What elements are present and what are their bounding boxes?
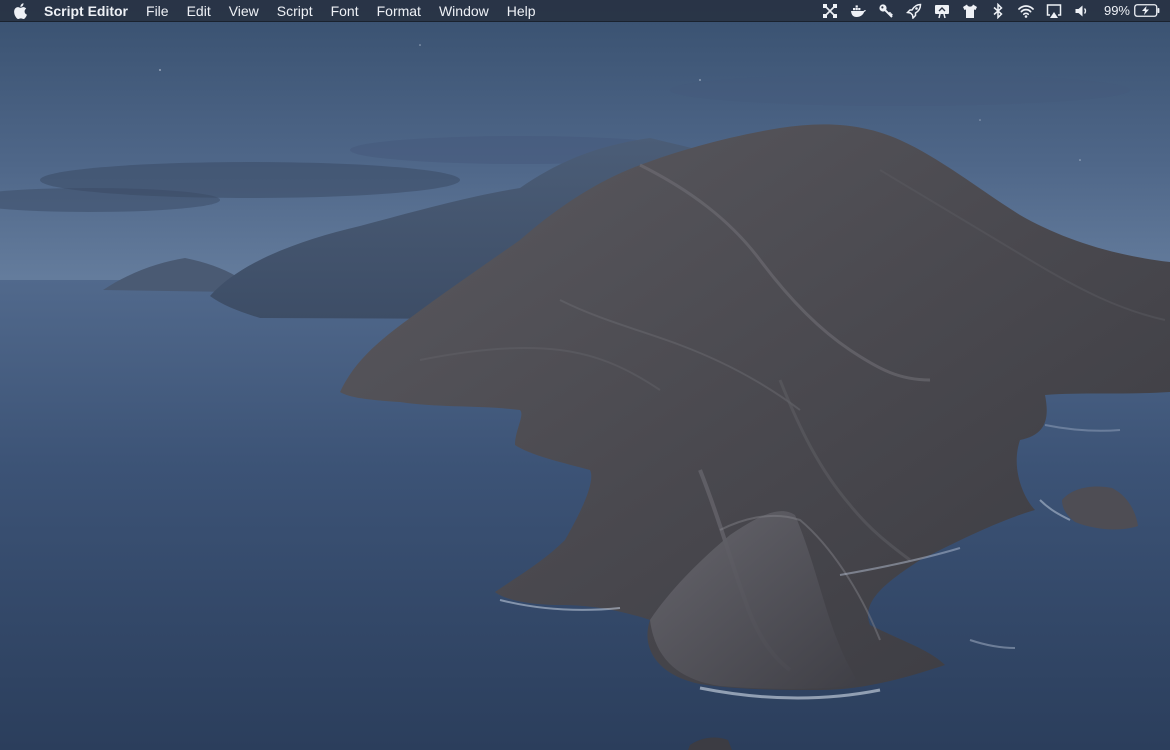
battery-percentage[interactable]: 99% (1104, 3, 1130, 18)
menu-file[interactable]: File (137, 0, 178, 22)
bluetooth-icon[interactable] (990, 2, 1006, 19)
menu-script[interactable]: Script (268, 0, 322, 22)
network-graph-icon[interactable] (822, 3, 838, 19)
menu-help[interactable]: Help (498, 0, 545, 22)
wallpaper-image (0, 0, 1170, 750)
airplay-icon[interactable] (1046, 3, 1062, 19)
menu-font[interactable]: Font (322, 0, 368, 22)
wifi-icon[interactable] (1018, 3, 1034, 19)
battery-charging-icon[interactable] (1134, 4, 1160, 17)
menu-window[interactable]: Window (430, 0, 498, 22)
screen-share-icon[interactable] (934, 3, 950, 19)
menu-format[interactable]: Format (368, 0, 430, 22)
docker-whale-icon[interactable] (850, 3, 866, 19)
menu-bar: Script Editor File Edit View Script Font… (0, 0, 1170, 22)
menu-app-name[interactable]: Script Editor (40, 0, 137, 22)
desktop-wallpaper (0, 0, 1170, 750)
menu-bar-left: Script Editor File Edit View Script Font… (0, 0, 545, 22)
menu-bar-status-area: 99% (816, 0, 1170, 22)
volume-icon[interactable] (1074, 3, 1090, 19)
tshirt-icon[interactable] (962, 3, 978, 19)
menu-edit[interactable]: Edit (178, 0, 220, 22)
apple-logo-icon[interactable] (0, 0, 40, 22)
rocket-icon[interactable] (905, 3, 922, 19)
menu-view[interactable]: View (220, 0, 268, 22)
key-icon[interactable] (878, 3, 894, 19)
